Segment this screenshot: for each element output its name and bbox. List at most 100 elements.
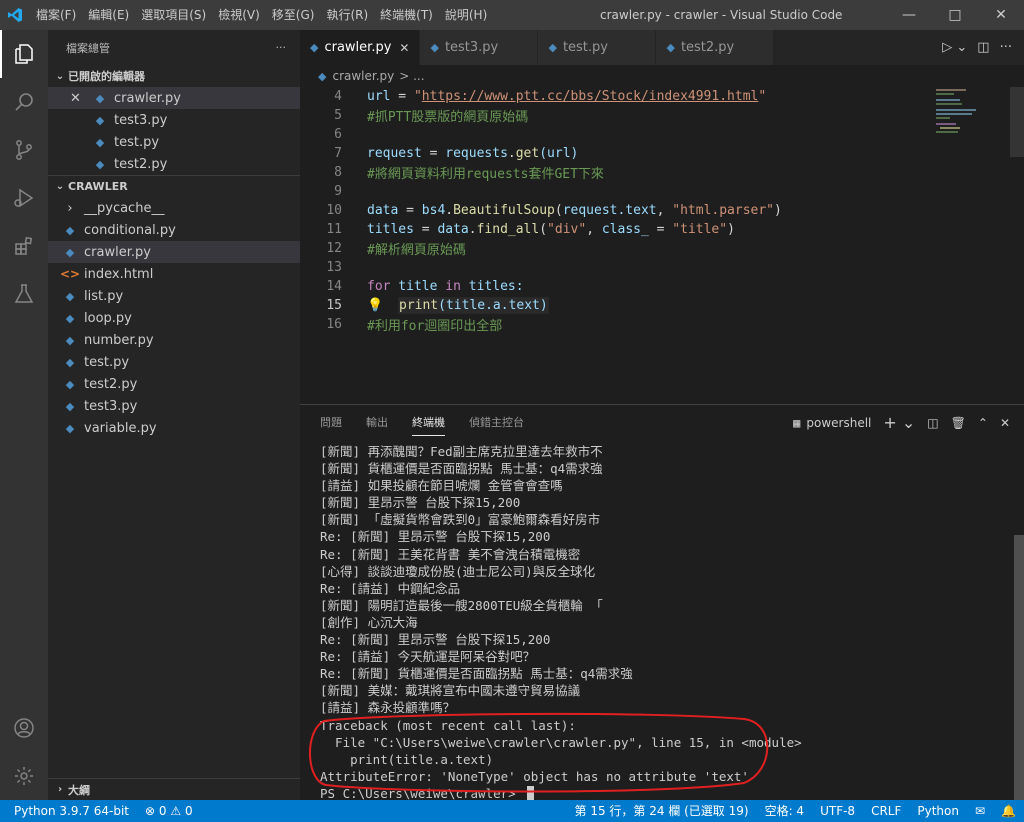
prompt-text: PS C:\Users\weiwe\crawler> (320, 785, 524, 801)
file-tree-item[interactable]: ◆ number.py (48, 329, 300, 351)
file-tree-item[interactable]: ◆ crawler.py (48, 241, 300, 263)
python-interpreter[interactable]: Python 3.9.7 64-bit (0, 800, 137, 822)
split-terminal-icon[interactable]: ◫ (927, 416, 938, 430)
menu-run[interactable]: 執行(R) (320, 0, 374, 30)
code-token: ( (554, 203, 563, 218)
line-number: 10 (326, 203, 342, 218)
terminal-line: Re: [新聞] 里昂示警 台股下探15,200 (320, 632, 551, 648)
file-label: loop.py (84, 310, 132, 326)
file-tree-folder[interactable]: › __pycache__ (48, 197, 300, 219)
outline-header[interactable]: › 大綱 (48, 778, 300, 800)
indentation[interactable]: 空格: 4 (757, 800, 813, 822)
source-control-icon[interactable] (0, 126, 48, 174)
line-number: 12 (326, 241, 342, 256)
split-editor-icon[interactable]: ◫ (977, 40, 989, 55)
menu-help[interactable]: 說明(H) (439, 0, 493, 30)
terminal-shell-label[interactable]: powershell (806, 416, 871, 430)
run-debug-icon[interactable] (0, 174, 48, 222)
menu-go[interactable]: 移至(G) (266, 0, 321, 30)
close-icon[interactable]: ✕ (1000, 416, 1010, 430)
account-icon[interactable] (0, 704, 48, 752)
code-line: 8 #將網頁資料利用requests套件GET下來 (300, 163, 1024, 182)
open-editor-item[interactable]: ◆ test3.py (48, 109, 300, 131)
language-mode[interactable]: Python (909, 800, 967, 822)
editor-area: ◆ crawler.py ✕ ◆ test3.py ◆ test.py ◆ te… (300, 30, 1024, 404)
maximize-panel-icon[interactable]: ⌃ (978, 416, 988, 430)
notifications-bell-icon[interactable]: 🔔 (993, 800, 1024, 822)
code-comment: #利用for迴圈印出全部 (367, 319, 503, 334)
close-icon[interactable]: ✕ (70, 91, 86, 106)
code-token: " (413, 89, 422, 104)
tab-debug-console[interactable]: 偵錯主控台 (457, 405, 536, 440)
minimize-icon[interactable]: — (886, 0, 932, 30)
chevron-down-icon: ⌄ (55, 181, 65, 192)
file-tree-item[interactable]: ◆ test2.py (48, 373, 300, 395)
more-actions-icon[interactable]: ··· (1000, 40, 1012, 55)
title-bar: 檔案(F) 編輯(E) 選取項目(S) 檢視(V) 移至(G) 執行(R) 終端… (0, 0, 1024, 30)
tab-test[interactable]: ◆ test.py (538, 30, 657, 65)
breadcrumb-file[interactable]: crawler.py (332, 69, 394, 83)
terminal-output[interactable]: [新聞] 再添醜聞？Fed副主席克拉里達去年救市不 [新聞] 貨櫃運價是否面臨拐… (320, 443, 802, 802)
tab-output[interactable]: 輸出 (354, 405, 400, 440)
file-tree-item[interactable]: ◆ list.py (48, 285, 300, 307)
code-line-current: 15 💡 print(title.a.text) (300, 296, 1024, 315)
close-icon[interactable]: ✕ (399, 41, 409, 55)
search-icon[interactable] (0, 78, 48, 126)
tab-test2[interactable]: ◆ test2.py (656, 30, 775, 65)
tab-crawler[interactable]: ◆ crawler.py ✕ (300, 30, 421, 65)
code-token: = (413, 222, 438, 237)
file-label: __pycache__ (84, 200, 165, 216)
file-tree-item[interactable]: ◆ loop.py (48, 307, 300, 329)
explorer-icon[interactable] (0, 30, 48, 78)
more-actions-icon[interactable]: ··· (276, 41, 287, 54)
menu-terminal[interactable]: 終端機(T) (374, 0, 439, 30)
testing-flask-icon[interactable] (0, 270, 48, 318)
outline-title: 大綱 (68, 783, 90, 797)
settings-gear-icon[interactable] (0, 752, 48, 800)
editor-tabs: ◆ crawler.py ✕ ◆ test3.py ◆ test.py ◆ te… (300, 30, 1024, 65)
close-window-icon[interactable]: ✕ (978, 0, 1024, 30)
code-token: , (586, 222, 602, 237)
cursor-position[interactable]: 第 15 行，第 24 欄 (已選取 19) (567, 800, 757, 822)
encoding[interactable]: UTF-8 (812, 800, 863, 822)
python-file-icon: ◆ (95, 135, 105, 149)
add-terminal-icon[interactable]: + ⌄ (883, 413, 915, 432)
menu-view[interactable]: 檢視(V) (212, 0, 266, 30)
menu-file[interactable]: 檔案(F) (30, 0, 82, 30)
file-tree-item[interactable]: <> index.html (48, 263, 300, 285)
file-tree-item[interactable]: ◆ test3.py (48, 395, 300, 417)
traceback-line: File "C:\Users\weiwe\crawler\crawler.py"… (320, 734, 802, 750)
line-number: 11 (326, 222, 342, 237)
url-link[interactable]: https://www.ptt.cc/bbs/Stock/index4991.h… (422, 89, 759, 104)
feedback-icon[interactable]: ✉ (967, 800, 993, 822)
maximize-icon[interactable]: □ (932, 0, 978, 30)
run-play-icon[interactable]: ▷ ⌄ (942, 40, 967, 55)
file-tree-item[interactable]: ◆ conditional.py (48, 219, 300, 241)
file-tree-item[interactable]: ◆ test.py (48, 351, 300, 373)
problems-indicator[interactable]: ⊗ 0 ⚠ 0 (137, 800, 201, 822)
folder-header[interactable]: ⌄ CRAWLER (48, 175, 300, 197)
code-token: = (648, 222, 673, 237)
open-editor-item[interactable]: ✕ ◆ crawler.py (48, 87, 300, 109)
tab-terminal[interactable]: 終端機 (400, 405, 457, 440)
panel-actions: ▦ powershell + ⌄ ◫ 🗑 ⌃ ✕ (793, 405, 1024, 440)
menu-edit[interactable]: 編輯(E) (82, 0, 135, 30)
open-editor-item[interactable]: ◆ test.py (48, 131, 300, 153)
breadcrumb-rest[interactable]: > ... (399, 69, 424, 83)
editor-scrollbar[interactable] (1010, 87, 1024, 157)
lightbulb-icon[interactable]: 💡 (367, 298, 398, 313)
menu-selection[interactable]: 選取項目(S) (135, 0, 212, 30)
tab-test3[interactable]: ◆ test3.py (420, 30, 539, 65)
terminal-scrollbar[interactable] (1014, 535, 1024, 800)
line-ending[interactable]: CRLF (863, 800, 909, 822)
extensions-icon[interactable] (0, 222, 48, 270)
code-editor[interactable]: 4 url = " https://www.ptt.cc/bbs/Stock/in… (300, 87, 1024, 334)
trash-icon[interactable]: 🗑 (951, 416, 966, 430)
open-editors-header[interactable]: ⌄ 已開啟的編輯器 (48, 65, 300, 87)
open-editor-item[interactable]: ◆ test2.py (48, 153, 300, 175)
tab-problems[interactable]: 問題 (308, 405, 354, 440)
file-tree-item[interactable]: ◆ variable.py (48, 417, 300, 439)
code-token: title (390, 279, 446, 294)
minimap[interactable] (930, 87, 1010, 147)
window-controls: — □ ✕ (886, 0, 1024, 30)
